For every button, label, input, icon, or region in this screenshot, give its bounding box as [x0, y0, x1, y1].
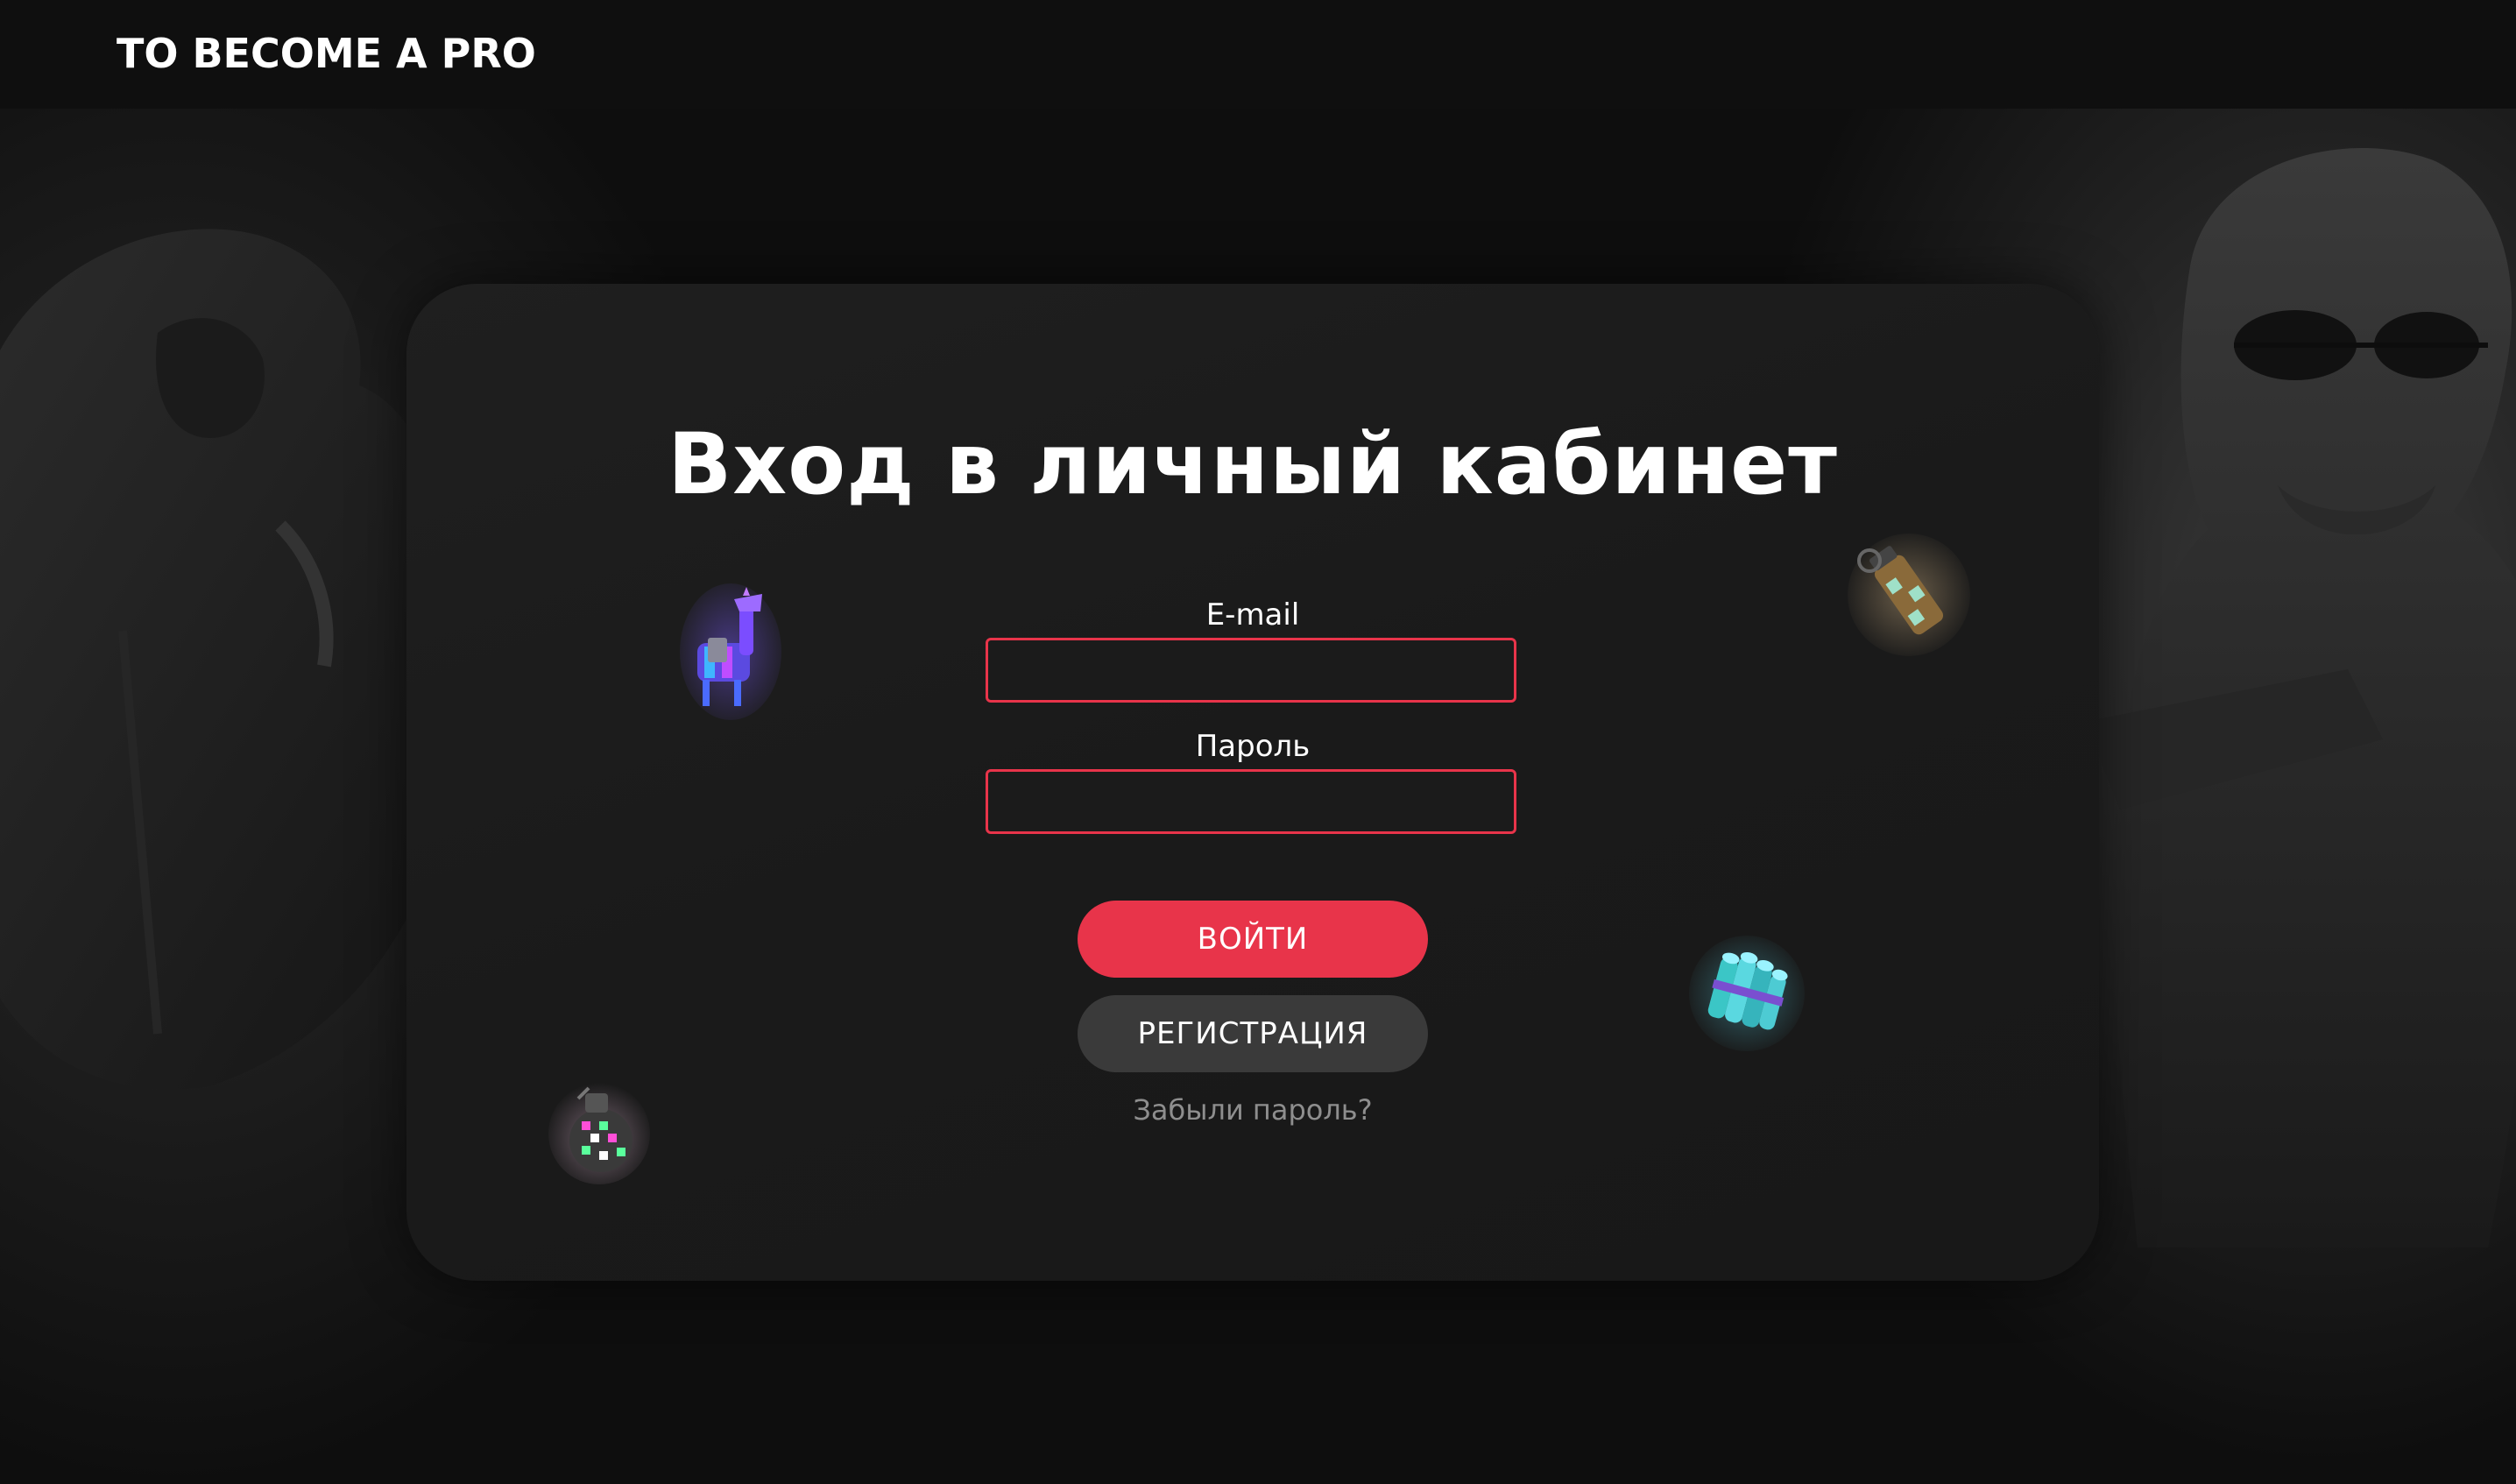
forgot-password-link[interactable]: Забыли пароль?: [406, 1093, 2099, 1127]
right-character-silhouette: [2085, 148, 2516, 1247]
password-label: Пароль: [1195, 729, 1311, 764]
smoke-grenade-icon: [1848, 534, 1970, 656]
password-field[interactable]: [986, 769, 1516, 834]
top-bar: TO BECOME A PRO: [0, 0, 2516, 109]
login-page: TO BECOME A PRO Вход в личный кабинет E-…: [0, 0, 2516, 1484]
page-title: Вход в личный кабинет: [668, 415, 1838, 513]
register-button[interactable]: РЕГИСТРАЦИЯ: [1078, 995, 1428, 1072]
grenade-disco-icon: [548, 1083, 650, 1184]
dynamite-bundle-icon: [1689, 936, 1805, 1051]
site-logo[interactable]: TO BECOME A PRO: [117, 30, 536, 77]
email-field[interactable]: [986, 638, 1516, 703]
email-label: E-mail: [1205, 597, 1300, 632]
login-button[interactable]: ВОЙТИ: [1078, 901, 1428, 978]
login-card: Вход в личный кабинет E-mail Пароль ВОЙТ…: [406, 284, 2099, 1281]
